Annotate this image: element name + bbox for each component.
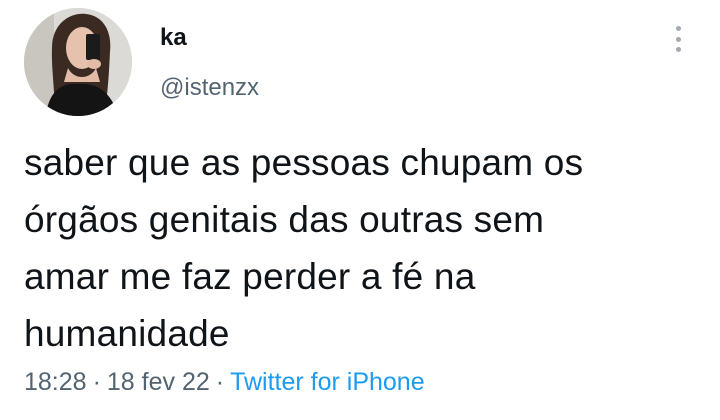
separator: ·: [215, 368, 225, 396]
user-handle[interactable]: @istenzx: [160, 74, 259, 102]
tweet-card: ka @istenzx saber que as pessoas chupam …: [0, 0, 720, 420]
tweet-text-line: saber que as pessoas chupam os: [24, 142, 584, 183]
separator: ·: [92, 368, 101, 396]
tweet-text-line: órgãos genitais das outras sem: [24, 199, 545, 240]
menu-dot: [675, 36, 681, 42]
avatar[interactable]: [24, 8, 132, 116]
menu-dot: [675, 26, 681, 31]
tweet-text-line: amar me faz perder a fé na: [24, 256, 476, 297]
more-vertical-icon[interactable]: [668, 22, 688, 56]
tweet-metadata: 18:28 · 18 fev 22 · Twitter for iPhone: [24, 366, 425, 398]
tweet-source-link[interactable]: Twitter for iPhone: [230, 368, 425, 396]
menu-dot: [675, 47, 681, 52]
display-name[interactable]: ka: [160, 24, 187, 52]
tweet-text: saber que as pessoas chupam os órgãos ge…: [24, 134, 704, 362]
profile-photo-icon: [24, 8, 132, 116]
tweet-text-line: humanidade: [24, 313, 230, 354]
tweet-time[interactable]: 18:28: [24, 368, 87, 396]
tweet-date[interactable]: 18 fev 22: [107, 368, 210, 396]
